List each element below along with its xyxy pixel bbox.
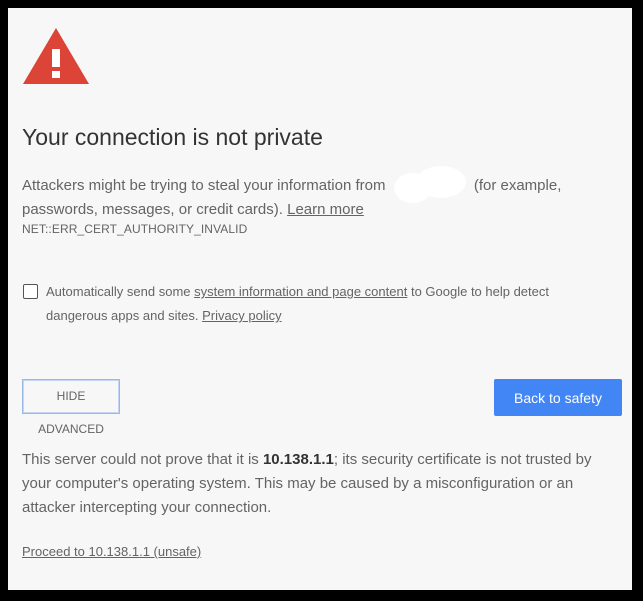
error-code: NET::ERR_CERT_AUTHORITY_INVALID [22,222,248,236]
warning-triangle-icon [23,28,89,84]
back-to-safety-button[interactable]: Back to safety [494,379,622,416]
privacy-policy-link[interactable]: Privacy policy [202,308,281,323]
details-host: 10.138.1.1 [262,451,334,468]
intro-text-before: Attackers might be trying to steal your … [22,177,386,194]
send-report-label: Automatically send some system informati… [46,280,586,328]
learn-more-link[interactable]: Learn more [287,201,364,218]
details-paragraph: This server could not prove that it is 1… [22,448,612,520]
redacted-hostname [393,166,466,203]
hide-advanced-button[interactable]: HIDE ADVANCED [22,379,120,436]
page-title: Your connection is not private [22,124,323,150]
proceed-unsafe-link[interactable]: Proceed to 10.138.1.1 (unsafe) [22,544,201,559]
send-report-checkbox[interactable] [23,284,38,299]
details-text-before: This server could not prove that it is [22,451,259,468]
interstitial-page: Your connection is not private Attackers… [8,8,632,590]
intro-paragraph: Attackers might be trying to steal your … [22,166,612,222]
report-text-before: Automatically send some [46,284,191,299]
system-info-link[interactable]: system information and page content [194,284,407,299]
